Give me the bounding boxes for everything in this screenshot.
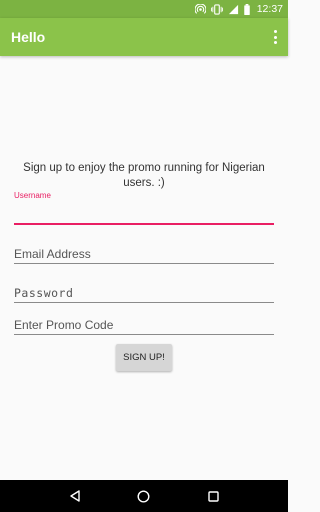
username-label: Username: [14, 191, 51, 200]
recents-icon[interactable]: [201, 484, 225, 508]
sign-up-button[interactable]: SIGN UP!: [116, 344, 172, 371]
promo-code-underline: [14, 334, 274, 335]
password-input[interactable]: [14, 284, 274, 302]
password-underline: [14, 302, 274, 303]
username-underline: [14, 223, 274, 225]
promo-code-field: [14, 316, 274, 335]
email-underline: [14, 263, 274, 264]
menu-dot: [273, 30, 277, 33]
intro-text: Sign up to enjoy the promo running for N…: [23, 162, 265, 189]
hotspot-icon: [194, 3, 206, 15]
navigation-bar: [0, 480, 288, 512]
overflow-menu-icon[interactable]: [272, 30, 278, 44]
username-input[interactable]: [14, 201, 274, 223]
email-input[interactable]: [14, 245, 274, 263]
app-title: Hello: [11, 29, 46, 45]
home-icon[interactable]: [132, 484, 156, 508]
menu-dot: [273, 41, 277, 44]
promo-code-input[interactable]: [14, 316, 274, 334]
battery-icon: [243, 3, 250, 15]
password-field: [14, 284, 274, 303]
vibrate-icon: [210, 3, 223, 15]
status-bar: 12:37: [0, 0, 288, 18]
status-time: 12:37: [256, 3, 283, 15]
signal-icon: [228, 4, 239, 15]
username-field: Username: [14, 191, 274, 225]
screen: 12:37 Hello Sign up to enjoy the promo r…: [0, 0, 288, 512]
email-field: [14, 245, 274, 264]
back-icon[interactable]: [63, 484, 87, 508]
app-bar: Hello: [0, 18, 288, 56]
menu-dot: [273, 35, 277, 39]
